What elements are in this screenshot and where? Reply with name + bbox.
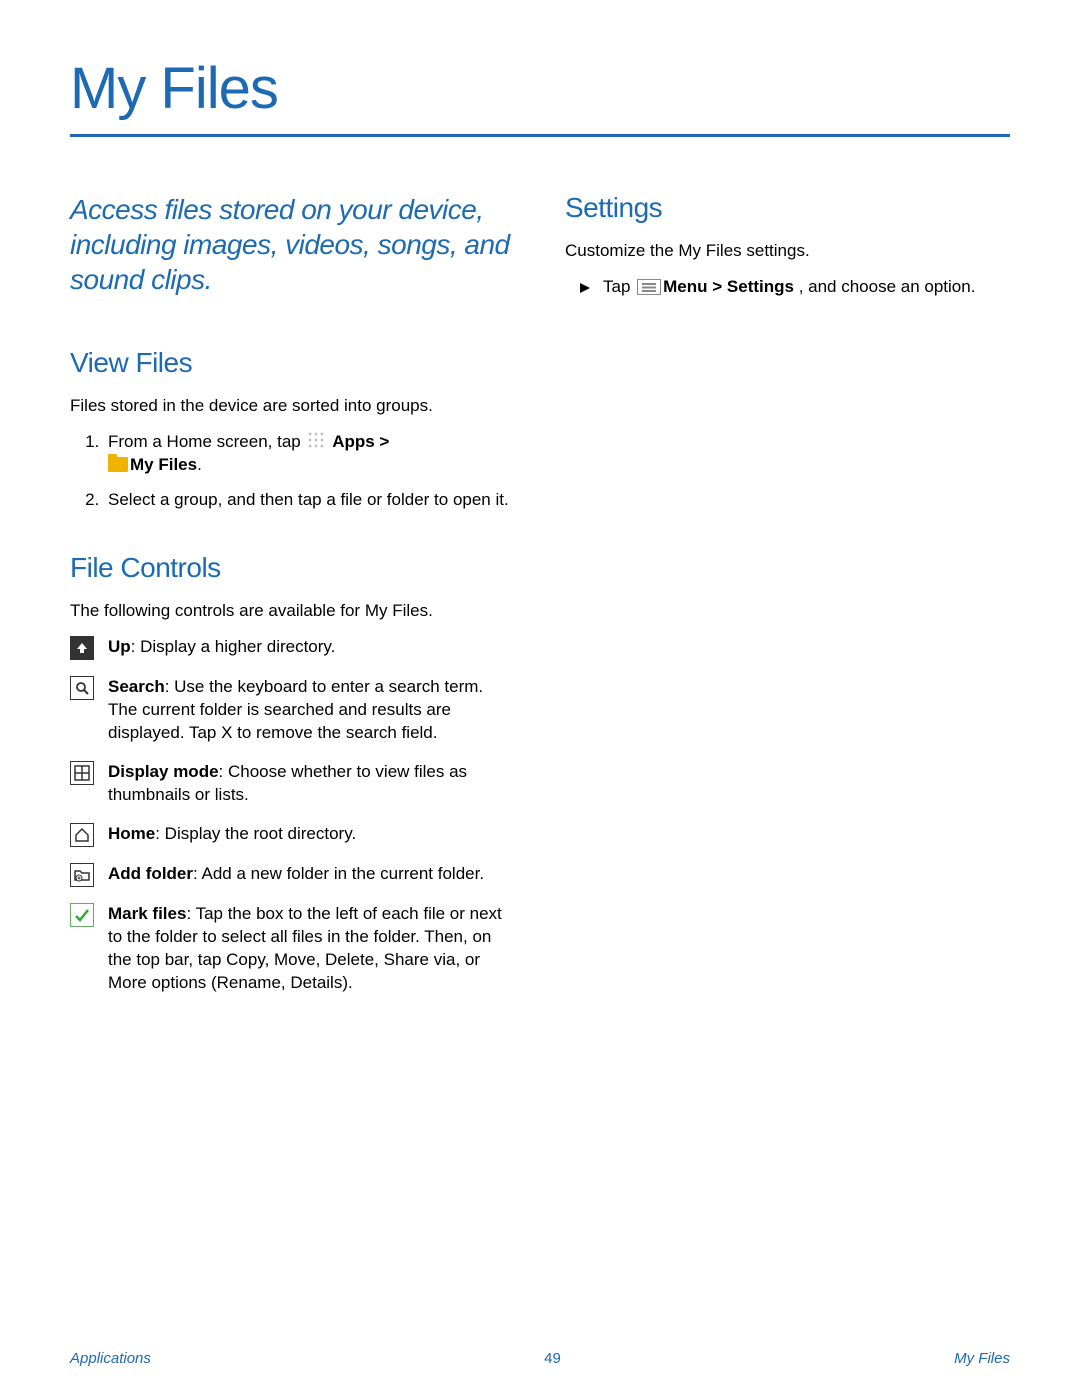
file-controls-lead: The following controls are available for… <box>70 600 515 622</box>
page-footer: Applications 49 My Files <box>70 1350 1010 1367</box>
file-controls-list: Up: Display a higher directory. Search: … <box>70 636 515 994</box>
control-addfolder-text: Add folder: Add a new folder in the curr… <box>108 863 515 887</box>
triangle-bullet-icon <box>579 276 591 301</box>
footer-left: Applications <box>70 1350 151 1367</box>
control-home-name: Home <box>108 824 155 843</box>
control-search-name: Search <box>108 677 165 696</box>
right-column: Settings Customize the My Files settings… <box>565 192 1010 1010</box>
control-up-name: Up <box>108 637 131 656</box>
control-home: Home: Display the root directory. <box>70 823 515 847</box>
control-home-desc: : Display the root directory. <box>155 824 356 843</box>
control-up-desc: : Display a higher directory. <box>131 637 336 656</box>
step-1: From a Home screen, tap Apps > My Files. <box>104 431 515 477</box>
control-search: Search: Use the keyboard to enter a sear… <box>70 676 515 745</box>
view-files-lead: Files stored in the device are sorted in… <box>70 395 515 417</box>
control-display-name: Display mode <box>108 762 219 781</box>
step-1-text-a: From a Home screen, tap <box>108 432 305 451</box>
add-folder-icon <box>70 863 94 887</box>
view-files-heading: View Files <box>70 347 515 379</box>
grid-icon <box>70 761 94 785</box>
control-mark-files: Mark files: Tap the box to the left of e… <box>70 903 515 995</box>
apps-icon <box>307 431 325 449</box>
control-mark-name: Mark files <box>108 904 186 923</box>
control-up: Up: Display a higher directory. <box>70 636 515 660</box>
footer-right: My Files <box>954 1350 1010 1367</box>
file-controls-heading: File Controls <box>70 552 515 584</box>
check-icon <box>70 903 94 927</box>
home-icon <box>70 823 94 847</box>
control-add-folder: Add folder: Add a new folder in the curr… <box>70 863 515 887</box>
control-search-text: Search: Use the keyboard to enter a sear… <box>108 676 515 745</box>
settings-menu-path: Menu > Settings <box>663 277 799 296</box>
control-up-text: Up: Display a higher directory. <box>108 636 515 660</box>
step-1-period: . <box>197 455 202 474</box>
left-column: Access files stored on your device, incl… <box>70 192 515 1010</box>
settings-heading: Settings <box>565 192 1010 224</box>
content-columns: Access files stored on your device, incl… <box>70 192 1010 1010</box>
control-addfolder-name: Add folder <box>108 864 193 883</box>
settings-step: Tap Menu > Settings , and choose an opti… <box>565 276 1010 301</box>
view-files-steps: From a Home screen, tap Apps > My Files.… <box>70 431 515 512</box>
control-display-mode: Display mode: Choose whether to view fil… <box>70 761 515 807</box>
step-2: Select a group, and then tap a file or f… <box>104 489 515 512</box>
intro-text: Access files stored on your device, incl… <box>70 192 515 297</box>
settings-lead: Customize the My Files settings. <box>565 240 1010 262</box>
folder-icon <box>108 457 128 472</box>
up-icon <box>70 636 94 660</box>
control-mark-text: Mark files: Tap the box to the left of e… <box>108 903 515 995</box>
search-icon <box>70 676 94 700</box>
step-1-myfiles: My Files <box>130 455 197 474</box>
footer-page-number: 49 <box>544 1350 561 1367</box>
page-title: My Files <box>70 55 1010 137</box>
step-1-apps: Apps > <box>332 432 389 451</box>
settings-tail: , and choose an option. <box>799 277 976 296</box>
menu-icon <box>637 279 661 295</box>
settings-step-text: Tap Menu > Settings , and choose an opti… <box>603 276 975 301</box>
control-display-text: Display mode: Choose whether to view fil… <box>108 761 515 807</box>
control-addfolder-desc: : Add a new folder in the current folder… <box>193 864 484 883</box>
control-search-desc: : Use the keyboard to enter a search ter… <box>108 677 483 742</box>
settings-tap: Tap <box>603 277 635 296</box>
control-home-text: Home: Display the root directory. <box>108 823 515 847</box>
